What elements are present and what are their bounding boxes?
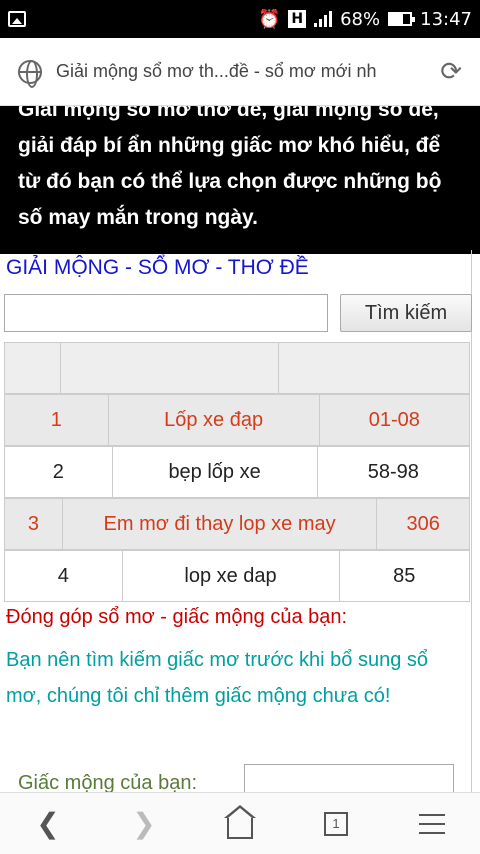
row-dream[interactable]: Em mơ đi thay lop xe may xyxy=(63,499,378,549)
battery-icon xyxy=(388,12,416,26)
table-header-cell xyxy=(61,343,279,393)
forward-button[interactable]: ❯ xyxy=(114,799,174,849)
image-notification-icon xyxy=(8,11,26,27)
page-title[interactable]: Giải mộng sổ mơ th...đề - sổ mơ mới nh xyxy=(56,61,430,82)
table-header-cell xyxy=(279,343,469,393)
contribute-title: Đóng góp sổ mơ - giấc mộng của bạn: xyxy=(6,606,348,628)
row-numbers: 58-98 xyxy=(367,460,419,483)
menu-button[interactable] xyxy=(402,799,462,849)
table-row: 3 Em mơ đi thay lop xe may 306 xyxy=(4,498,470,550)
table-header-row xyxy=(4,342,470,394)
row-number: 4 xyxy=(5,551,123,601)
globe-icon xyxy=(18,59,42,88)
search-input[interactable] xyxy=(4,294,328,332)
home-button[interactable] xyxy=(210,799,270,849)
row-numbers: 85 xyxy=(393,564,416,587)
row-dream[interactable]: lop xe dap xyxy=(123,551,340,601)
row-numbers: 01-08 xyxy=(368,408,420,431)
row-number: 2 xyxy=(5,447,113,497)
alarm-icon: ⏰ xyxy=(257,8,281,30)
tabs-button[interactable]: 1 xyxy=(306,799,366,849)
home-icon xyxy=(224,804,256,839)
dream-field[interactable] xyxy=(244,764,454,792)
table-row: 4 lop xe dap 85 xyxy=(4,550,470,602)
chevron-left-icon: ❮ xyxy=(36,808,60,839)
browser-nav-bar: ❮ ❯ 1 xyxy=(0,792,480,854)
url-bar[interactable]: Giải mộng sổ mơ th...đề - sổ mơ mới nh ⟳ xyxy=(0,38,480,106)
row-dream[interactable]: bẹp lốp xe xyxy=(113,447,318,497)
clock: 13:47 xyxy=(420,8,472,30)
menu-icon xyxy=(419,813,445,834)
signal-icon xyxy=(314,11,333,27)
chevron-right-icon: ❯ xyxy=(132,808,156,839)
row-numbers: 306 xyxy=(406,512,440,535)
network-type-badge: H xyxy=(288,10,307,28)
back-button[interactable]: ❮ xyxy=(18,799,78,849)
dream-field-label: Giấc mộng của bạn: xyxy=(18,772,197,792)
table-header-cell xyxy=(5,343,61,393)
page-content: Giải mộng sổ mơ thơ đề, giải mộng số đề,… xyxy=(0,106,480,792)
tabs-count: 1 xyxy=(324,811,348,836)
reload-icon[interactable]: ⟳ xyxy=(440,56,462,87)
contribute-note: Bạn nên tìm kiếm giấc mơ trước khi bổ su… xyxy=(6,649,429,707)
row-dream[interactable]: Lốp xe đạp xyxy=(109,395,320,445)
intro-text: Giải mộng sổ mơ thơ đề, giải mộng số đề,… xyxy=(0,106,480,254)
table-row: 1 Lốp xe đạp 01-08 xyxy=(4,394,470,446)
table-row: 2 bẹp lốp xe 58-98 xyxy=(4,446,470,498)
search-button[interactable]: Tìm kiếm xyxy=(340,294,472,332)
row-number: 3 xyxy=(5,499,63,549)
battery-percent: 68% xyxy=(340,8,381,30)
status-bar: ⏰ H 68% 13:47 xyxy=(0,0,480,38)
row-number: 1 xyxy=(5,395,109,445)
section-heading: GIẢI MỘNG - SỔ MƠ - THƠ ĐỀ xyxy=(6,256,309,279)
